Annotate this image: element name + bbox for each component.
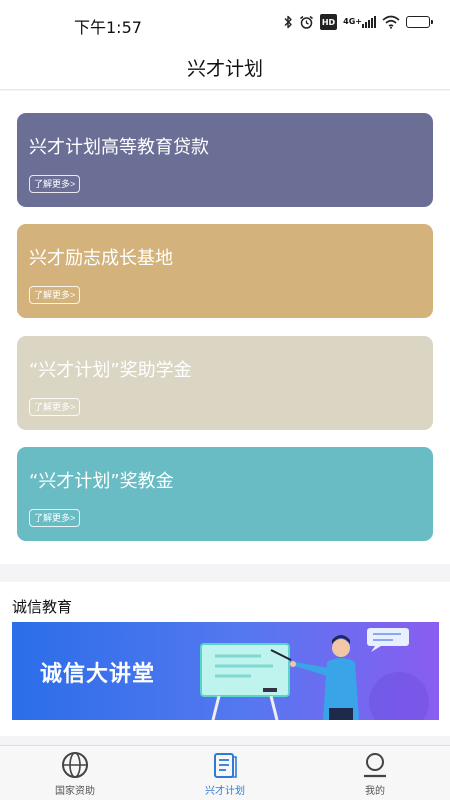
status-icons: HD 4G+	[283, 14, 433, 30]
tab-label: 国家资助	[55, 786, 95, 797]
card-growth-base[interactable]: 兴才励志成长基地 了解更多>	[17, 224, 433, 318]
wifi-icon	[382, 14, 400, 30]
card-title: 兴才计划高等教育贷款	[29, 137, 209, 158]
status-time: 下午1:57	[74, 18, 142, 37]
page-title: 兴才计划	[186, 58, 263, 80]
learn-more-button[interactable]: 了解更多>	[29, 398, 81, 416]
banner-text: 诚信大讲堂	[40, 662, 156, 687]
user-icon	[360, 750, 390, 780]
card-teaching-award[interactable]: “兴才计划”奖教金 了解更多>	[17, 447, 433, 541]
card-title: “兴才计划”奖助学金	[29, 360, 192, 381]
tab-mine[interactable]: 我的	[300, 746, 450, 800]
tab-national-aid[interactable]: 国家资助	[0, 746, 150, 800]
status-bar: 下午1:57 HD 4G+	[0, 0, 450, 46]
card-title: “兴才计划”奖教金	[29, 471, 174, 492]
globe-icon	[60, 750, 90, 780]
tab-label: 兴才计划	[205, 786, 245, 797]
bluetooth-icon	[283, 14, 293, 30]
learn-more-button[interactable]: 了解更多>	[29, 175, 81, 193]
section-title: 诚信教育	[12, 598, 73, 616]
document-icon	[210, 750, 240, 780]
learn-more-button[interactable]: 了解更多>	[29, 286, 81, 304]
card-title: 兴才励志成长基地	[29, 248, 173, 269]
lecturer-illustration	[200, 628, 429, 720]
network-type-label: 4G+	[343, 17, 362, 26]
integrity-education-section: 诚信教育 诚信大讲堂	[0, 582, 450, 736]
integrity-lecture-banner[interactable]: 诚信大讲堂	[12, 622, 439, 720]
page-header: 兴才计划	[0, 46, 450, 90]
card-higher-education-loan[interactable]: 兴才计划高等教育贷款 了解更多>	[17, 113, 433, 207]
program-cards: 兴才计划高等教育贷款 了解更多> 兴才励志成长基地 了解更多> “兴才计划”奖助…	[0, 91, 450, 564]
battery-icon	[406, 14, 433, 30]
signal-bars	[362, 16, 376, 28]
card-scholarship[interactable]: “兴才计划”奖助学金 了解更多>	[17, 336, 433, 430]
signal-icon: 4G+	[343, 14, 376, 30]
alarm-icon	[299, 14, 314, 30]
bottom-tab-bar: 国家资助 兴才计划 我的	[0, 745, 450, 800]
tab-label: 我的	[365, 786, 385, 797]
learn-more-button[interactable]: 了解更多>	[29, 509, 81, 527]
hd-icon: HD	[319, 14, 338, 30]
tab-talent-plan[interactable]: 兴才计划	[150, 746, 300, 800]
